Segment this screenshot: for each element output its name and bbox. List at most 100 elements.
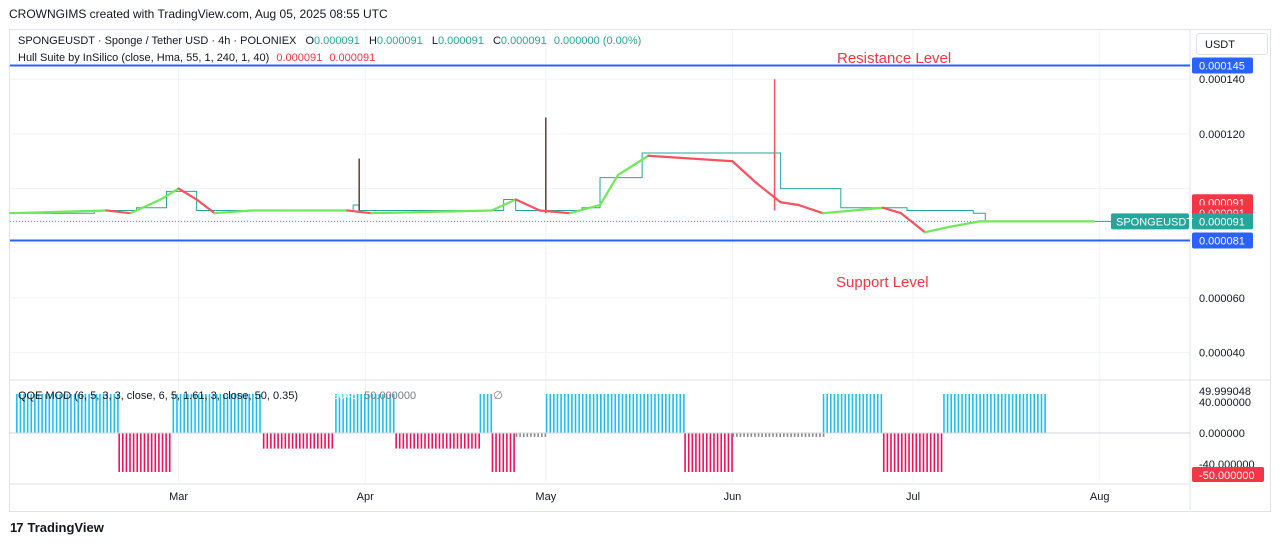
hull-segment[interactable] bbox=[159, 187, 180, 201]
qqe-bar[interactable] bbox=[537, 433, 539, 437]
qqe-bar[interactable] bbox=[1033, 394, 1036, 433]
qqe-bar[interactable] bbox=[954, 394, 956, 433]
qqe-title[interactable]: QQE MOD (6, 5, 3, 3, close, 6, 5, 1.61, … bbox=[18, 390, 298, 402]
qqe-bar[interactable] bbox=[675, 394, 678, 433]
qqe-bar[interactable] bbox=[545, 394, 548, 433]
qqe-bar[interactable] bbox=[731, 433, 733, 472]
qqe-bar[interactable] bbox=[567, 394, 570, 433]
qqe-bar[interactable] bbox=[578, 394, 580, 433]
qqe-bar[interactable] bbox=[438, 433, 441, 449]
qqe-bar[interactable] bbox=[833, 394, 836, 433]
qqe-bar[interactable] bbox=[968, 394, 971, 433]
qqe-bar[interactable] bbox=[526, 433, 529, 437]
qqe-bar[interactable] bbox=[478, 433, 480, 449]
qqe-bar[interactable] bbox=[1000, 394, 1003, 433]
qqe-bar[interactable] bbox=[822, 394, 825, 433]
qqe-bar[interactable] bbox=[585, 394, 588, 433]
qqe-bar[interactable] bbox=[993, 394, 996, 433]
hull-segment[interactable] bbox=[195, 198, 216, 215]
qqe-bar[interactable] bbox=[442, 433, 444, 449]
qqe-bar[interactable] bbox=[143, 433, 146, 472]
qqe-bar[interactable] bbox=[1019, 394, 1021, 433]
qqe-bar[interactable] bbox=[851, 394, 854, 433]
qqe-bar[interactable] bbox=[502, 433, 505, 472]
qqe-bar[interactable] bbox=[979, 394, 981, 433]
qqe-bar[interactable] bbox=[618, 394, 620, 433]
qqe-bar[interactable] bbox=[402, 433, 405, 449]
qqe-bar[interactable] bbox=[716, 433, 719, 472]
qqe-bar[interactable] bbox=[880, 394, 883, 433]
qqe-bar[interactable] bbox=[713, 433, 715, 472]
qqe-bar[interactable] bbox=[862, 394, 865, 433]
qqe-bar[interactable] bbox=[463, 433, 466, 449]
hull-segment[interactable] bbox=[924, 225, 951, 234]
qqe-bar[interactable] bbox=[646, 394, 649, 433]
qqe-bar[interactable] bbox=[298, 433, 301, 449]
qqe-bar[interactable] bbox=[560, 394, 562, 433]
qqe-bar[interactable] bbox=[886, 433, 889, 472]
hull-segment[interactable] bbox=[948, 220, 981, 228]
qqe-bar[interactable] bbox=[1037, 394, 1039, 433]
hull-segment[interactable] bbox=[568, 203, 602, 215]
qqe-bar[interactable] bbox=[636, 394, 638, 433]
qqe-bar[interactable] bbox=[467, 433, 470, 449]
qqe-bar[interactable] bbox=[683, 394, 685, 433]
qqe-bar[interactable] bbox=[288, 433, 290, 449]
qqe-bar[interactable] bbox=[657, 394, 660, 433]
qqe-bar[interactable] bbox=[848, 394, 850, 433]
qqe-bar[interactable] bbox=[395, 433, 397, 449]
qqe-bar[interactable] bbox=[498, 433, 501, 472]
qqe-bar[interactable] bbox=[961, 394, 963, 433]
qqe-bar[interactable] bbox=[750, 433, 753, 437]
qqe-bar[interactable] bbox=[866, 394, 868, 433]
qqe-bar[interactable] bbox=[933, 433, 936, 472]
qqe-bar[interactable] bbox=[840, 394, 843, 433]
qqe-bar[interactable] bbox=[266, 433, 269, 449]
qqe-bar[interactable] bbox=[757, 433, 760, 437]
qqe-bar[interactable] bbox=[416, 433, 419, 449]
qqe-bar[interactable] bbox=[320, 433, 323, 449]
qqe-bar[interactable] bbox=[574, 394, 577, 433]
qqe-bar[interactable] bbox=[309, 433, 312, 449]
qqe-bar[interactable] bbox=[150, 433, 153, 472]
qqe-bar[interactable] bbox=[154, 433, 157, 472]
qqe-bar[interactable] bbox=[270, 433, 272, 449]
qqe-bar[interactable] bbox=[661, 394, 664, 433]
qqe-bar[interactable] bbox=[639, 394, 642, 433]
qqe-bar[interactable] bbox=[291, 433, 294, 449]
qqe-bar[interactable] bbox=[739, 433, 742, 437]
qqe-bar[interactable] bbox=[950, 394, 952, 433]
qqe-bar[interactable] bbox=[768, 433, 771, 437]
qqe-bar[interactable] bbox=[1040, 394, 1043, 433]
qqe-bar[interactable] bbox=[772, 433, 774, 437]
qqe-bar[interactable] bbox=[705, 433, 708, 472]
qqe-bar[interactable] bbox=[136, 433, 139, 472]
qqe-bar[interactable] bbox=[946, 394, 949, 433]
currency-unit-selector[interactable]: USDT bbox=[1196, 33, 1268, 55]
hull-segment[interactable] bbox=[731, 160, 758, 185]
qqe-bar[interactable] bbox=[456, 433, 459, 449]
qqe-bar[interactable] bbox=[506, 433, 508, 472]
qqe-bar[interactable] bbox=[754, 433, 756, 437]
qqe-bar[interactable] bbox=[621, 394, 624, 433]
qqe-bar[interactable] bbox=[563, 394, 566, 433]
qqe-bar[interactable] bbox=[720, 433, 723, 472]
qqe-bar[interactable] bbox=[672, 394, 674, 433]
hull-segment[interactable] bbox=[821, 209, 854, 215]
qqe-bar[interactable] bbox=[736, 433, 738, 437]
qqe-bar[interactable] bbox=[509, 433, 512, 472]
qqe-bar[interactable] bbox=[775, 433, 778, 437]
qqe-bar[interactable] bbox=[600, 394, 602, 433]
qqe-bar[interactable] bbox=[746, 433, 749, 437]
qqe-bar[interactable] bbox=[687, 433, 690, 472]
hull-segment[interactable] bbox=[598, 173, 620, 207]
qqe-bar[interactable] bbox=[822, 433, 825, 437]
qqe-bar[interactable] bbox=[553, 394, 555, 433]
qqe-bar[interactable] bbox=[808, 433, 810, 437]
qqe-bar[interactable] bbox=[513, 433, 515, 472]
qqe-bar[interactable] bbox=[158, 433, 160, 472]
qqe-bar[interactable] bbox=[732, 433, 735, 437]
qqe-bar[interactable] bbox=[327, 433, 330, 449]
qqe-bar[interactable] bbox=[779, 433, 782, 437]
qqe-bar[interactable] bbox=[702, 433, 704, 472]
